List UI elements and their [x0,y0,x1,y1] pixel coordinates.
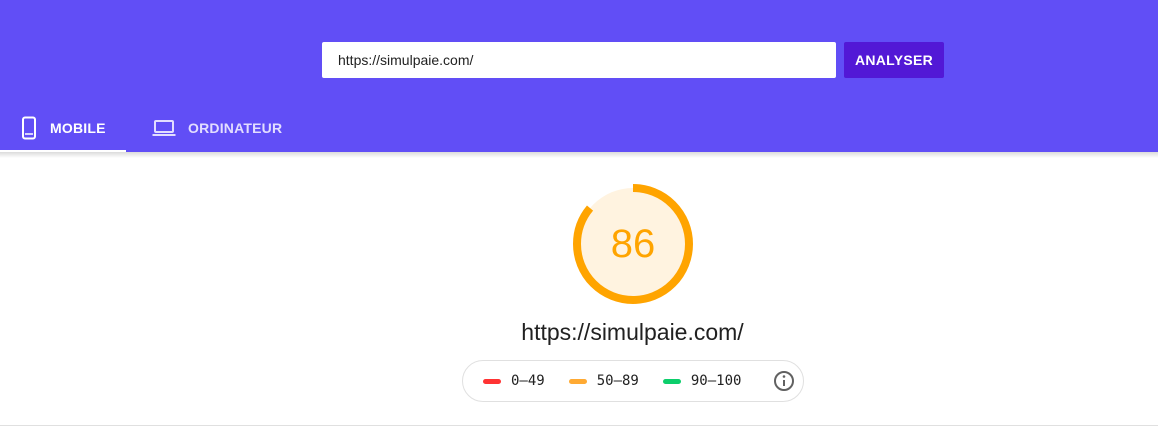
score-legend: 0–49 50–89 90–100 [462,360,804,402]
tested-url: https://simulpaie.com/ [521,319,744,345]
info-icon[interactable] [773,370,795,392]
legend-item-average: 50–89 [568,373,639,389]
header-shadow [0,152,1158,158]
legend-swatch-pass [662,378,681,384]
url-input[interactable] [322,42,836,78]
section-divider [0,425,1158,426]
analyze-button[interactable]: ANALYSER [844,42,944,78]
tab-desktop-label: ORDINATEUR [188,120,283,136]
legend-item-pass: 90–100 [662,373,742,389]
legend-label-fail: 0–49 [511,373,545,389]
legend-swatch-fail [483,378,501,384]
performance-score: 86 [610,221,656,266]
legend-label-average: 50–89 [596,373,639,389]
legend-label-pass: 90–100 [690,373,742,389]
legend-item-fail: 0–49 [483,373,545,389]
legend-swatch-average [568,378,587,384]
tab-mobile-label: MOBILE [50,120,106,136]
tab-desktop[interactable]: ORDINATEUR [126,104,296,152]
tab-mobile[interactable]: MOBILE [0,104,126,152]
smartphone-icon [20,116,38,140]
laptop-icon [152,119,176,137]
header-bar: ANALYSER MOBILE ORDINATEUR [0,0,1158,152]
